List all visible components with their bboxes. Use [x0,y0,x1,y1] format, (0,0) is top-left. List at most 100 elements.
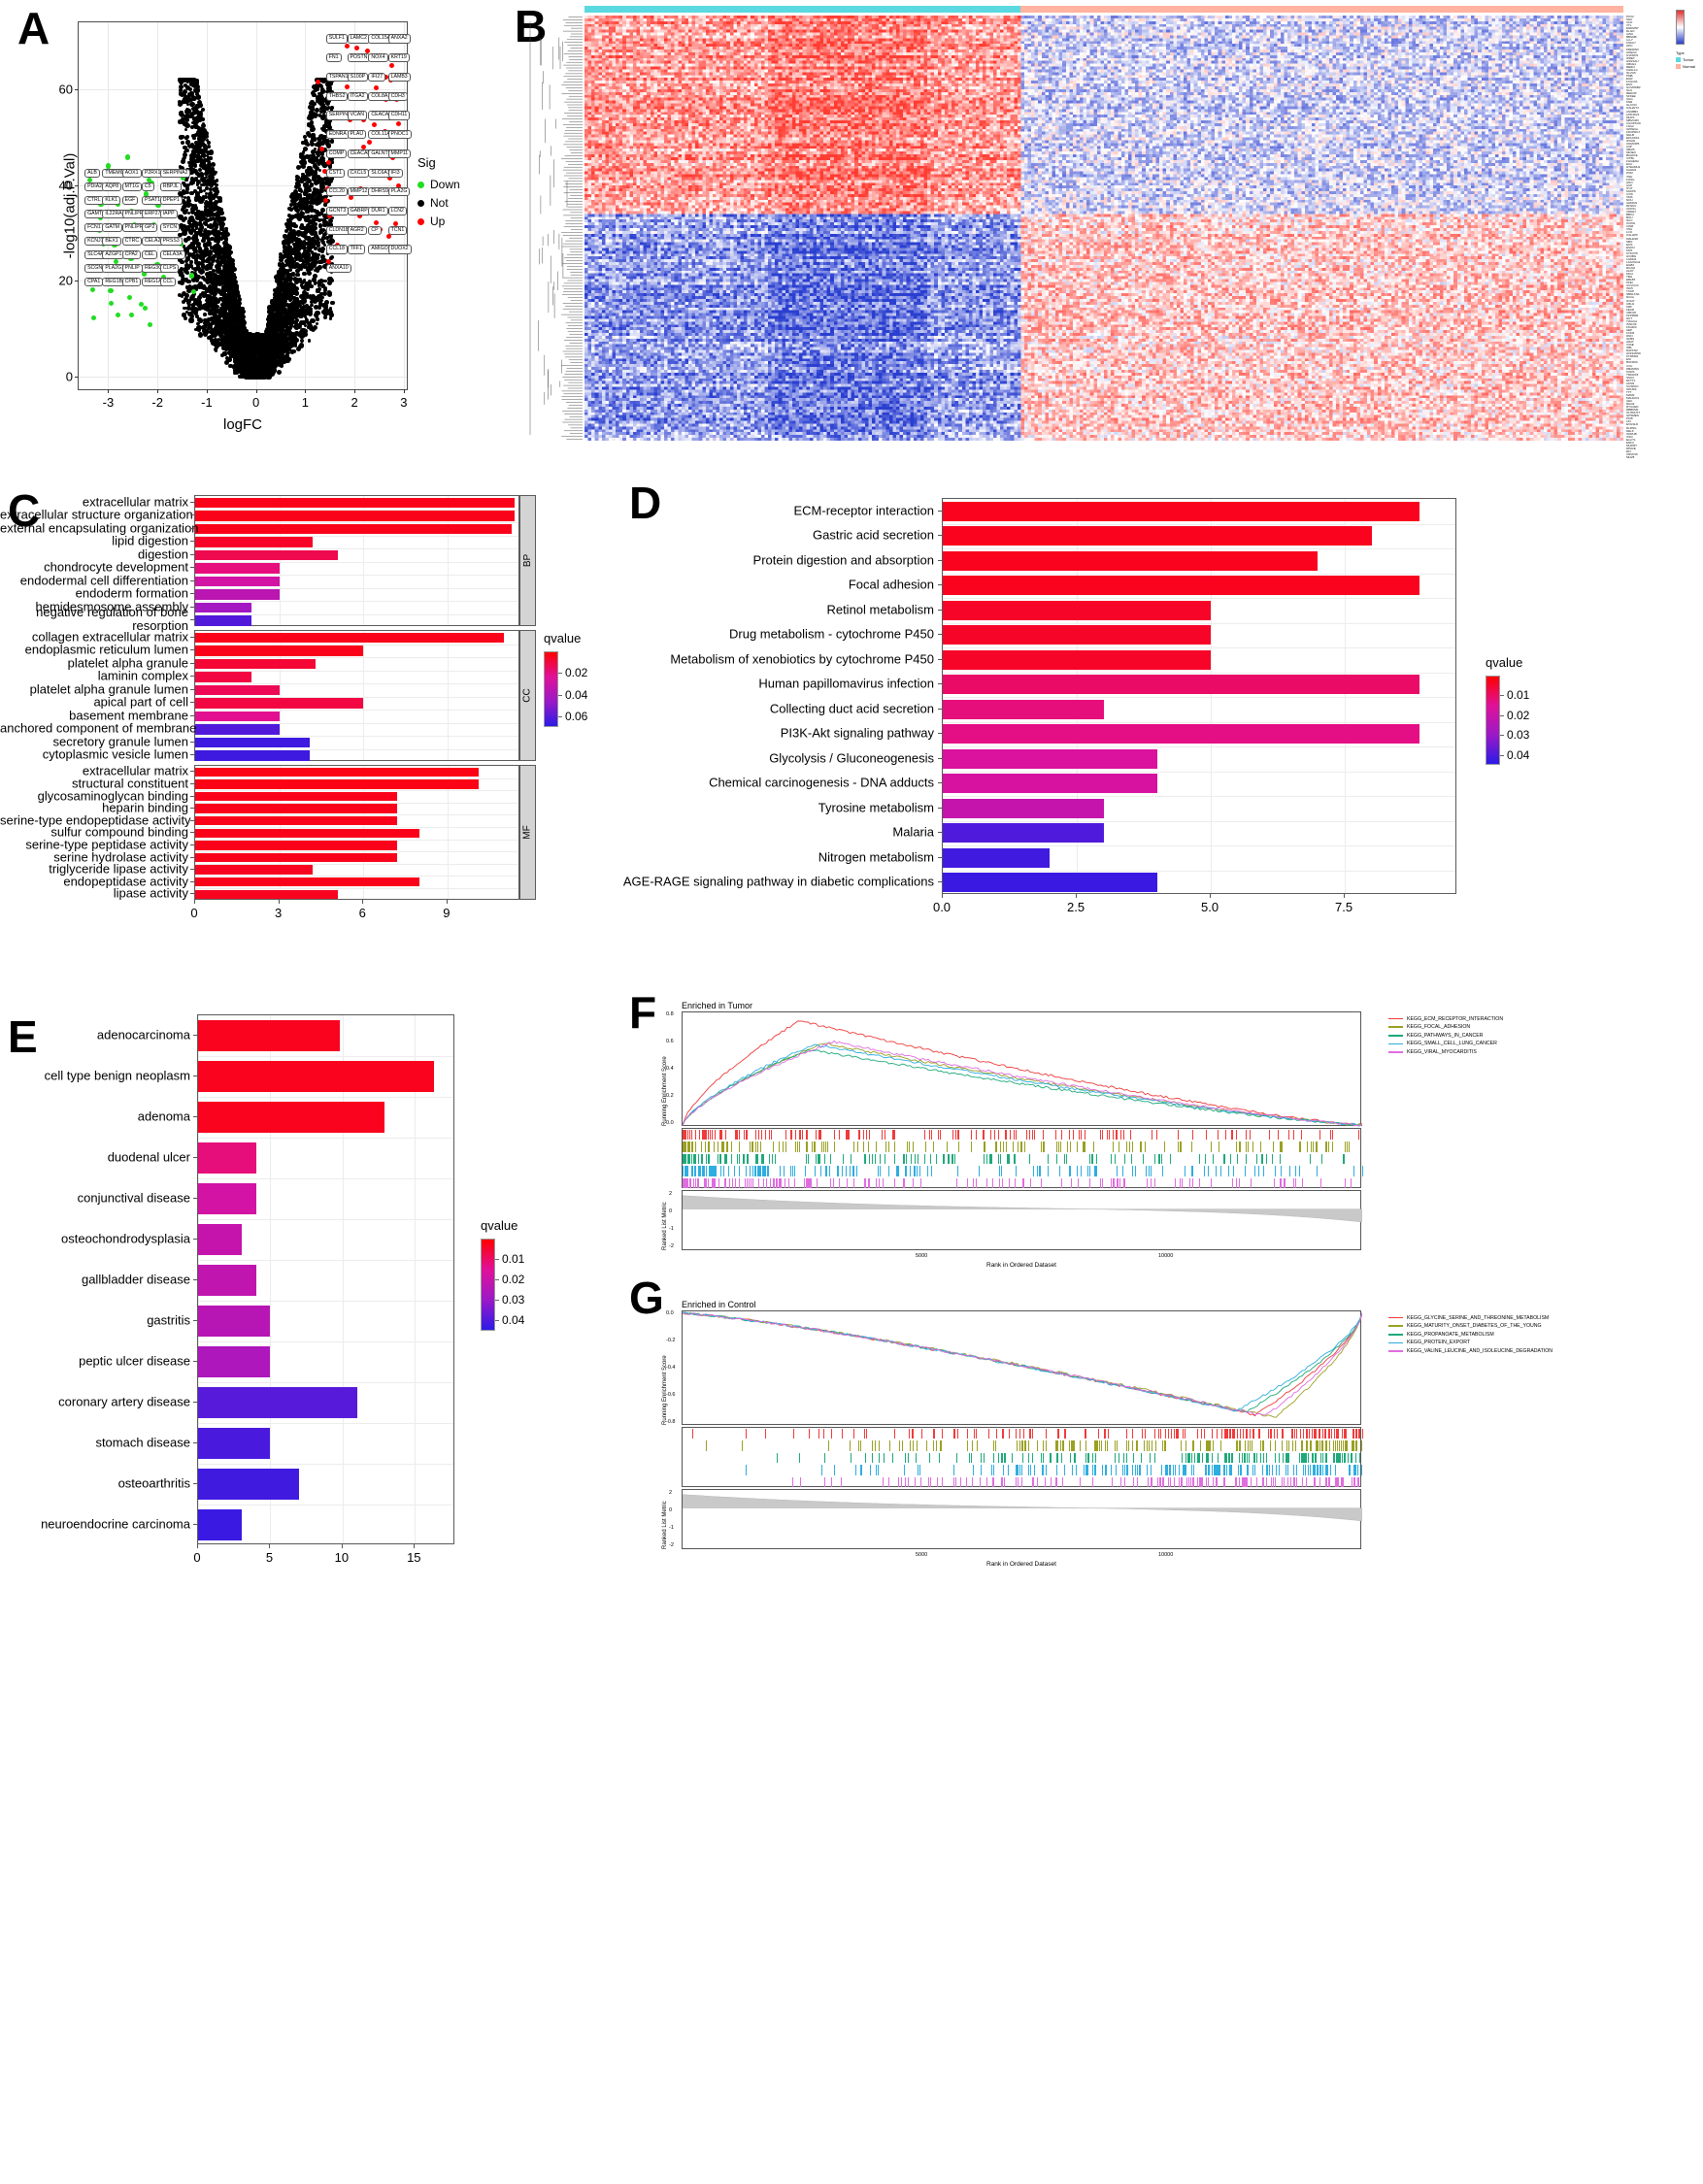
volcano-point [315,321,318,326]
volcano-point [318,300,323,305]
volcano-point [200,122,206,128]
volcano-point [206,263,210,267]
volcano-point [327,281,332,285]
volcano-point [303,332,308,337]
volcano-point [300,211,305,215]
volcano-xtick-label: 1 [301,395,310,410]
volcano-point [215,325,220,331]
volcano-point [189,296,194,301]
volcano-point [182,230,187,236]
volcano-point [217,196,222,201]
volcano-point [309,200,314,205]
volcano-point [189,260,193,264]
volcano-point [301,164,306,170]
volcano-point [286,284,290,289]
volcano-point [217,218,221,223]
volcano-tick-y [75,89,79,91]
volcano-point [180,281,184,286]
volcano-point [305,181,310,185]
volcano-point [215,268,220,274]
volcano-ytick-label: 20 [58,273,73,288]
volcano-point [329,300,335,306]
volcano-point [222,343,226,347]
volcano-point [183,237,187,242]
volcano-point [181,290,186,296]
volcano-point [306,256,311,261]
volcano-point [310,293,316,300]
volcano-point [198,211,204,216]
volcano-point [278,333,282,337]
volcano-point [188,228,193,233]
volcano-point [202,153,206,157]
volcano-point [309,184,313,188]
volcano-tick-y [75,377,79,379]
volcano-point [320,208,326,213]
volcano-point [191,95,195,100]
volcano-ytick-label: 60 [58,82,73,97]
volcano-point [318,279,324,283]
volcano-plot-frame: -3 -2 -1 0 1 2 3 0 20 40 60 ALB TMEM6 AOX1 P2RX1 SERPIN… [59,21,412,410]
volcano-point [184,127,188,132]
volcano-point [209,337,215,343]
volcano-point [293,286,299,292]
volcano-point [300,262,306,268]
volcano-point [281,281,285,286]
volcano-point [207,229,211,234]
volcano-point [320,88,326,94]
volcano-point [194,212,199,217]
volcano-point [182,300,186,305]
volcano-point [277,262,283,267]
volcano-point [308,311,314,316]
volcano-point [304,235,310,242]
volcano-point [203,313,207,316]
volcano-tick-x [157,389,159,393]
volcano-point [312,89,316,94]
volcano-point [178,215,184,220]
volcano-point [225,273,230,278]
volcano-point [306,192,312,198]
volcano-point [217,230,221,235]
volcano-point [230,276,234,281]
volcano-plot-area: -3 -2 -1 0 1 2 3 0 20 40 60 ALB TMEM6 AOX1 P2RX1 SERPIN… [59,21,412,433]
volcano-point [317,260,322,265]
volcano-point [313,313,318,318]
volcano-point [294,208,300,213]
volcano-point [189,143,195,148]
volcano-point [205,186,209,191]
volcano-point [184,134,189,139]
volcano-point [287,267,293,272]
volcano-point [327,292,333,298]
volcano-point [185,196,190,200]
volcano-point [184,210,187,215]
volcano-point [183,89,188,95]
volcano-point [184,83,188,87]
volcano-point [180,141,184,146]
volcano-point [236,296,243,302]
volcano-point [270,370,276,375]
volcano-point [185,95,191,101]
volcano-point [313,234,318,239]
volcano-point [181,157,185,162]
volcano-point [197,134,202,139]
volcano-point [317,252,320,257]
volcano-point [199,285,204,290]
volcano-point [293,223,299,229]
volcano-point [178,77,184,83]
volcano-point [198,318,204,323]
volcano-point [215,342,220,347]
volcano-point [289,208,294,213]
volcano-point [203,317,208,323]
volcano-point [314,225,318,230]
volcano-point [307,115,313,121]
volcano-point [285,271,291,277]
volcano-point [285,358,290,363]
volcano-point [318,102,324,108]
volcano-point [208,222,213,227]
volcano-point [184,148,189,153]
volcano-point [307,339,311,343]
panel-a-label: A [17,3,50,53]
volcano-point [310,100,315,105]
volcano-point [191,133,196,139]
volcano-point [283,318,288,324]
volcano-point [298,343,304,348]
